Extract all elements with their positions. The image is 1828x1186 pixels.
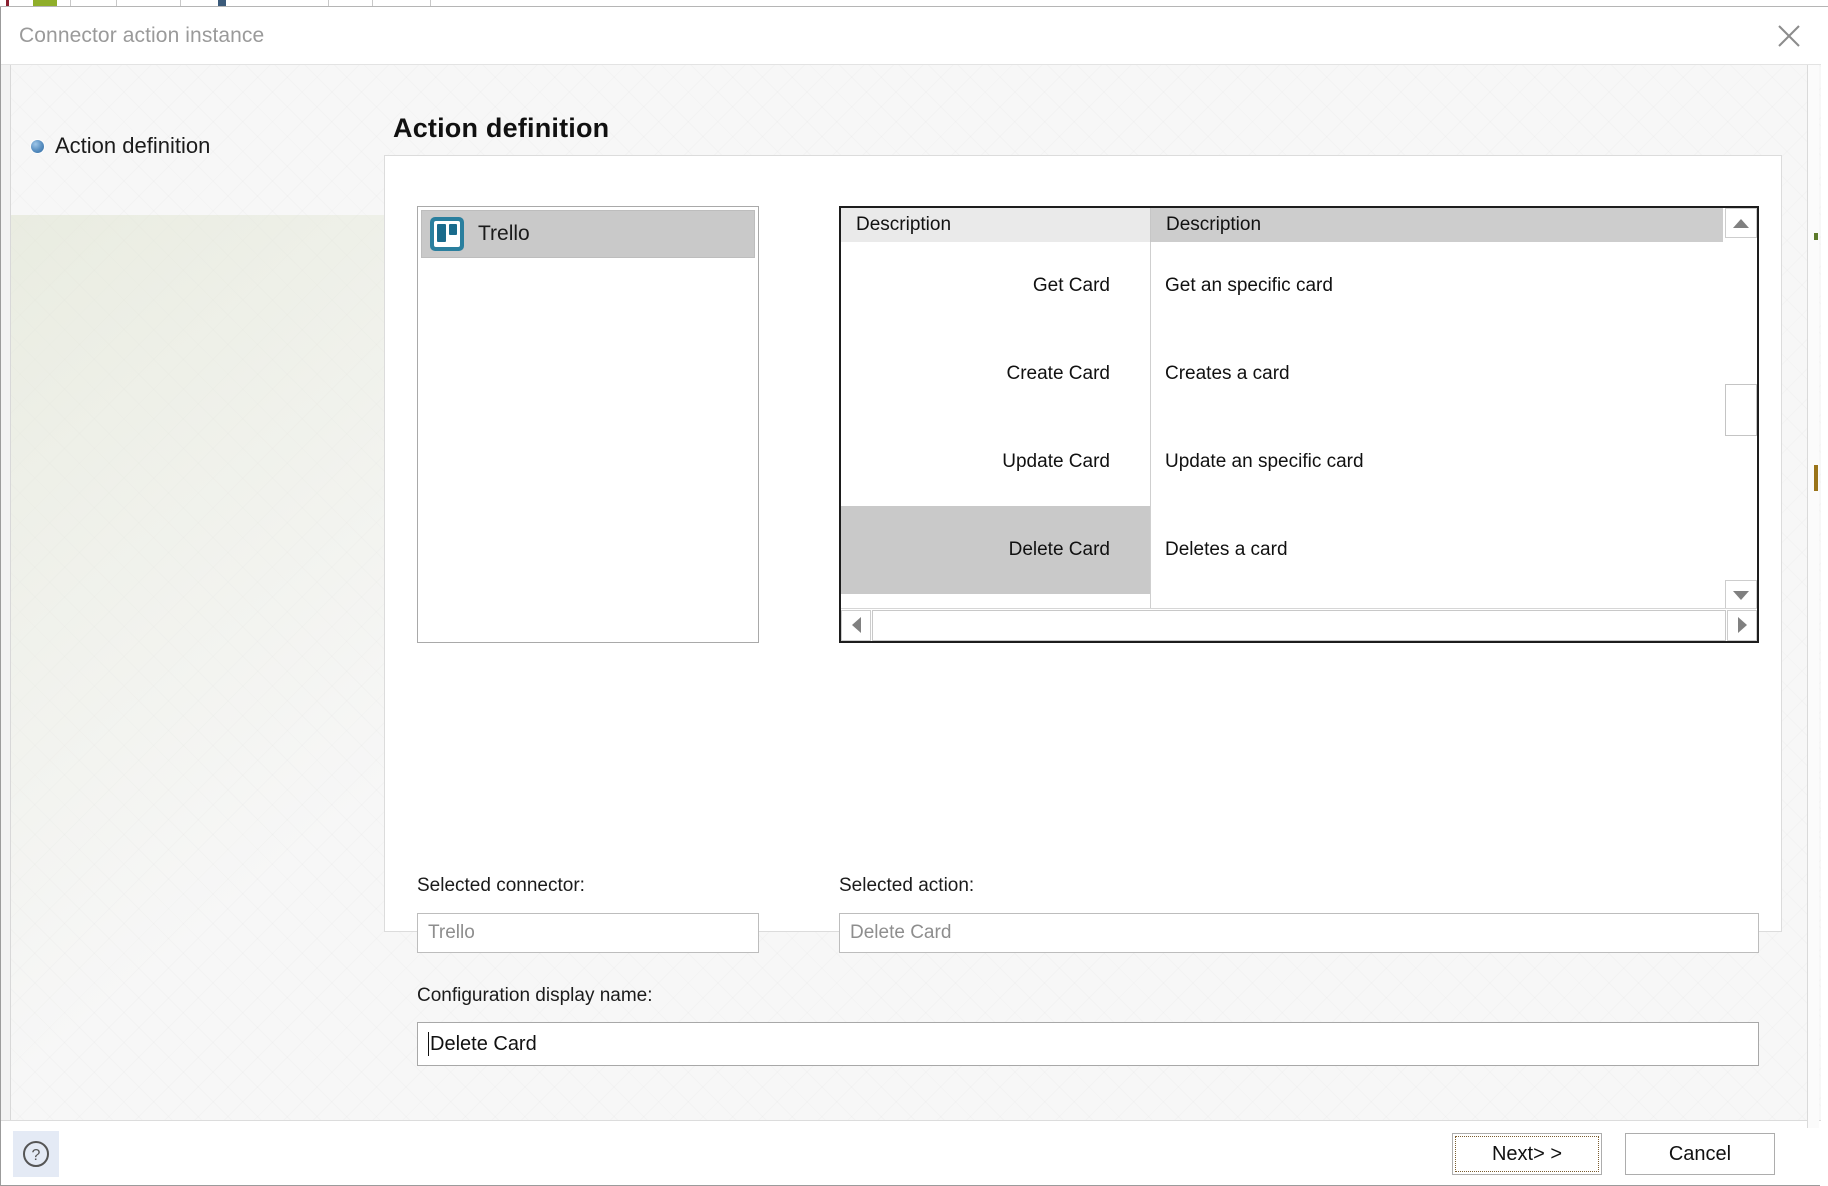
scroll-down-icon[interactable] bbox=[1725, 580, 1757, 610]
page-scrollbar[interactable] bbox=[1807, 65, 1819, 1128]
scrollbar-marker bbox=[1814, 465, 1818, 491]
configuration-display-name-label: Configuration display name: bbox=[417, 985, 653, 1006]
column-header-name[interactable]: Description bbox=[841, 208, 1151, 242]
dialog-footer: ? Next> > Cancel bbox=[1, 1120, 1821, 1185]
bg-tick bbox=[33, 0, 57, 6]
action-name-cell[interactable]: Delete Card bbox=[841, 506, 1151, 594]
scroll-up-icon[interactable] bbox=[1725, 208, 1757, 238]
trello-icon bbox=[430, 217, 464, 251]
close-icon[interactable] bbox=[1757, 7, 1821, 64]
bg-tick bbox=[328, 0, 329, 6]
svg-text:?: ? bbox=[32, 1147, 41, 1164]
bg-tick bbox=[180, 0, 181, 6]
bg-tick bbox=[372, 0, 373, 6]
next-button[interactable]: Next> > bbox=[1452, 1133, 1602, 1175]
horizontal-scrollbar-thumb[interactable] bbox=[872, 609, 1726, 641]
grid-horizontal-scrollbar[interactable] bbox=[841, 608, 1757, 641]
cancel-button[interactable]: Cancel bbox=[1625, 1133, 1775, 1175]
connector-action-dialog: Connector action instance Action definit… bbox=[0, 7, 1821, 1186]
action-description-cell[interactable]: Deletes a card bbox=[1151, 506, 1757, 594]
sidebar-item-action-definition[interactable]: Action definition bbox=[31, 133, 361, 159]
vertical-scrollbar-thumb[interactable] bbox=[1725, 384, 1757, 436]
bg-tick bbox=[116, 0, 117, 6]
connector-list-item-trello[interactable]: Trello bbox=[421, 210, 755, 258]
blue-dot-icon bbox=[31, 139, 44, 153]
dialog-body: Action definition Action definition Avai… bbox=[1, 65, 1821, 1128]
grid-header-row: Description Description bbox=[841, 208, 1757, 242]
bg-tick bbox=[430, 0, 431, 6]
left-edge-bar bbox=[1, 65, 11, 1128]
action-description-cell[interactable]: Creates a card bbox=[1151, 330, 1757, 418]
connector-name: Trello bbox=[478, 222, 530, 245]
scrollbar-marker bbox=[1814, 233, 1818, 240]
scroll-left-icon[interactable] bbox=[841, 609, 871, 641]
selected-action-label: Selected action: bbox=[839, 875, 975, 896]
table-row[interactable]: Delete Card Deletes a card bbox=[841, 506, 1757, 594]
available-connectors-listbox[interactable]: Trello bbox=[417, 206, 759, 643]
background-window-strip bbox=[0, 0, 1828, 7]
selected-connector-label: Selected connector: bbox=[417, 875, 585, 896]
sidebar-item-label: Action definition bbox=[55, 133, 211, 158]
action-name-cell[interactable]: Get Card bbox=[841, 242, 1151, 330]
action-description-cell[interactable]: Get an specific card bbox=[1151, 242, 1757, 330]
table-row[interactable]: Get Card Get an specific card bbox=[841, 242, 1757, 330]
dialog-title: Connector action instance bbox=[19, 24, 265, 47]
table-row[interactable]: Update Card Update an specific card bbox=[841, 418, 1757, 506]
help-icon[interactable]: ? bbox=[13, 1131, 59, 1177]
bg-tick bbox=[70, 0, 71, 6]
action-name-cell[interactable]: Update Card bbox=[841, 418, 1151, 506]
configuration-display-name-input[interactable]: Delete Card bbox=[417, 1022, 1759, 1066]
page-title: Action definition bbox=[393, 113, 610, 143]
scroll-right-icon[interactable] bbox=[1727, 609, 1757, 641]
configuration-display-name-value: Delete Card bbox=[430, 1032, 537, 1055]
dialog-titlebar: Connector action instance bbox=[1, 7, 1821, 65]
bg-tick bbox=[218, 0, 226, 6]
action-description-cell[interactable]: Update an specific card bbox=[1151, 418, 1757, 506]
available-actions-grid[interactable]: Description Description Get Card Get an s… bbox=[839, 206, 1759, 643]
selected-connector-field: Trello bbox=[417, 913, 759, 953]
selected-action-field: Delete Card bbox=[839, 913, 1759, 953]
action-name-cell[interactable]: Create Card bbox=[841, 330, 1151, 418]
column-header-description[interactable]: Description bbox=[1151, 208, 1757, 242]
grid-vertical-scrollbar[interactable] bbox=[1723, 208, 1757, 610]
wizard-step-nav: Action definition bbox=[31, 133, 361, 159]
table-row[interactable]: Create Card Creates a card bbox=[841, 330, 1757, 418]
text-caret bbox=[428, 1032, 429, 1056]
grid-rows: Get Card Get an specific card Create Card C… bbox=[841, 242, 1757, 614]
bg-tick bbox=[6, 0, 9, 6]
